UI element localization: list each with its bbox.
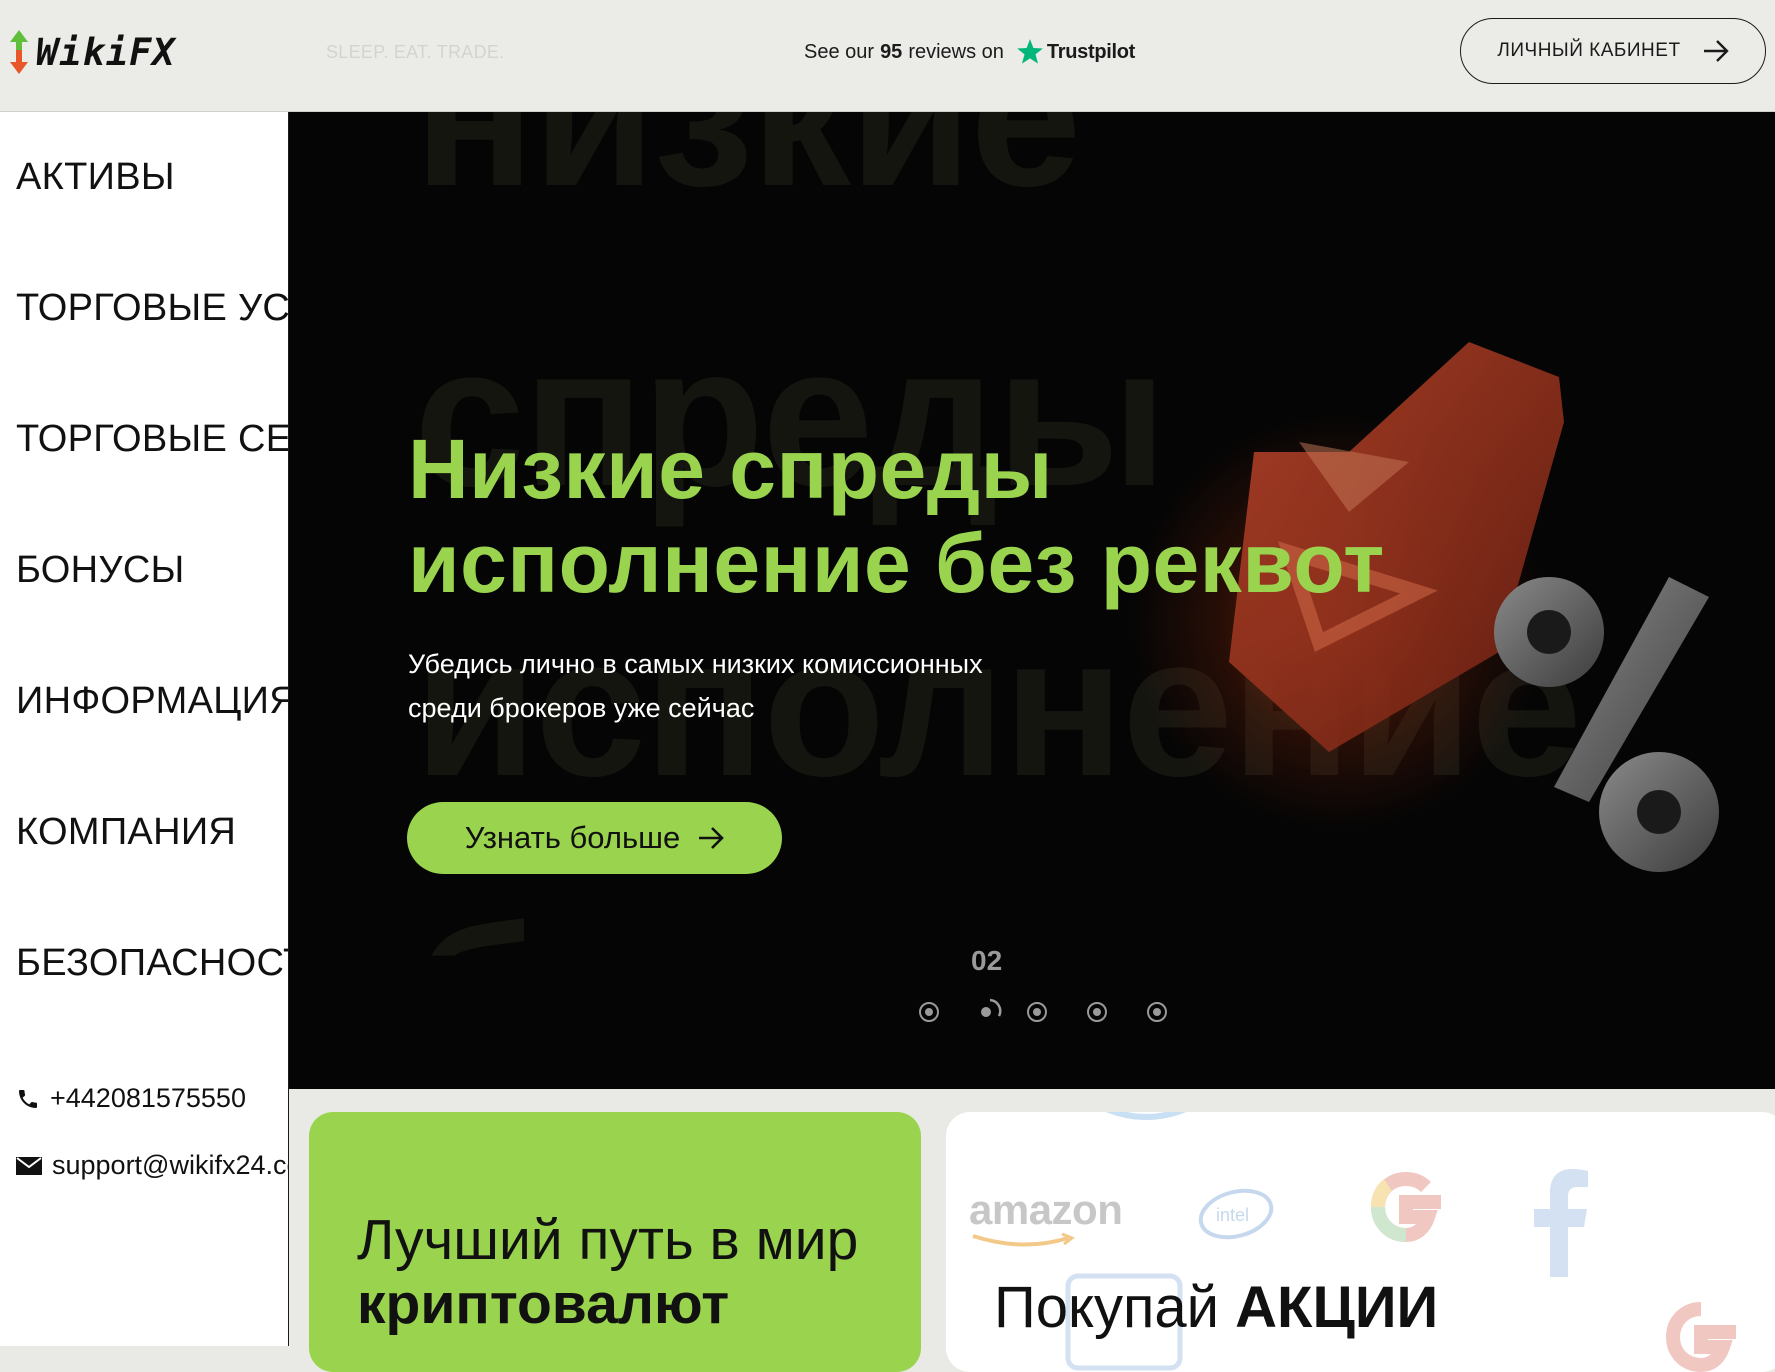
hero-bg-word: низкие xyxy=(414,112,1081,228)
google-logo-icon xyxy=(1665,1302,1736,1372)
slide-dot-4[interactable] xyxy=(1087,1002,1107,1022)
logo[interactable]: WikiFX xyxy=(8,28,176,76)
cabinet-button-label: ЛИЧНЫЙ КАБИНЕТ xyxy=(1497,40,1681,61)
stocks-card[interactable]: amazon intel Покупай АКЦИИ xyxy=(946,1112,1775,1372)
email-contact[interactable]: support@wikifx24.com xyxy=(16,1150,288,1181)
sidebar-item-company[interactable]: КОМПАНИЯ xyxy=(16,811,236,854)
trustpilot-reviews[interactable]: See our 95 reviews on Trustpilot xyxy=(804,38,1135,66)
email-address: support@wikifx24.com xyxy=(52,1150,288,1180)
slide-dot-2-active[interactable] xyxy=(975,996,1005,1026)
stocks-card-prefix: Покупай xyxy=(994,1275,1220,1340)
trustpilot-logo: Trustpilot xyxy=(1016,38,1135,66)
stocks-card-title: Покупай АКЦИИ xyxy=(994,1274,1438,1341)
reviews-prefix: See our xyxy=(804,40,875,63)
sidebar-item-trading-services[interactable]: ТОРГОВЫЕ СЕР xyxy=(16,418,288,461)
slide-dot-5[interactable] xyxy=(1147,1002,1167,1022)
reviews-suffix: reviews on xyxy=(908,40,1004,63)
intel-logo-icon: intel xyxy=(1198,1188,1274,1240)
crypto-card-line2: криптовалют xyxy=(357,1272,730,1336)
hero-title-line2: исполнение без реквот xyxy=(408,516,1385,610)
svg-text:intel: intel xyxy=(1216,1205,1249,1225)
trustpilot-label: Trustpilot xyxy=(1046,40,1136,63)
crypto-card-title: Лучший путь в мир криптовалют xyxy=(357,1208,858,1336)
top-header: WikiFX SLEEP. EAT. TRADE. See our 95 rev… xyxy=(0,0,1775,112)
crypto-card[interactable]: Лучший путь в мир криптовалют xyxy=(309,1112,921,1372)
stocks-card-bold: АКЦИИ xyxy=(1235,1275,1439,1340)
phone-contact[interactable]: +442081575550 xyxy=(16,1083,246,1114)
sidebar-menu: АКТИВЫ ТОРГОВЫЕ УСЛ ТОРГОВЫЕ СЕР БОНУСЫ … xyxy=(0,112,289,1346)
sidebar-item-bonuses[interactable]: БОНУСЫ xyxy=(16,549,185,592)
slide-dot-1[interactable] xyxy=(919,1002,939,1022)
hero-subtitle-line2: среди брокеров уже сейчас xyxy=(408,693,755,723)
hero-slider: низкие спреды исполнение без реквот Низк… xyxy=(289,112,1775,1089)
amazon-logo: amazon xyxy=(969,1186,1123,1233)
slider-pagination xyxy=(919,998,1219,1032)
sidebar-item-information[interactable]: ИНФОРМАЦИЯ xyxy=(16,680,288,723)
crypto-card-line1: Лучший путь в мир xyxy=(357,1208,859,1272)
logo-arrows-icon xyxy=(10,30,28,74)
sidebar-item-assets[interactable]: АКТИВЫ xyxy=(16,156,175,199)
brand-arc-icon xyxy=(1105,1112,1187,1120)
facebook-logo-icon xyxy=(1534,1169,1588,1277)
amazon-smile-icon xyxy=(972,1232,1076,1247)
tagline: SLEEP. EAT. TRADE. xyxy=(326,42,505,62)
hero-title: Низкие спреды исполнение без реквот xyxy=(408,422,1385,610)
learn-more-button[interactable]: Узнать больше xyxy=(407,802,782,874)
sidebar-item-security[interactable]: БЕЗОПАСНОСТ xyxy=(16,942,288,985)
google-logo-icon xyxy=(1370,1171,1441,1243)
personal-cabinet-button[interactable]: ЛИЧНЫЙ КАБИНЕТ xyxy=(1460,18,1766,84)
logo-text: WikiFX xyxy=(36,30,176,74)
hero-subtitle: Убедись лично в самых низких комиссионны… xyxy=(408,642,1088,730)
phone-icon xyxy=(16,1087,40,1111)
arrow-right-icon xyxy=(698,827,725,849)
sidebar-item-trading-conditions[interactable]: ТОРГОВЫЕ УСЛ xyxy=(16,287,288,330)
phone-number: +442081575550 xyxy=(50,1083,246,1113)
learn-more-label: Узнать больше xyxy=(464,820,681,855)
trustpilot-star-icon xyxy=(1017,39,1043,64)
reviews-count: 95 xyxy=(880,40,903,63)
hero-subtitle-line1: Убедись лично в самых низких комиссионны… xyxy=(408,649,983,679)
envelope-icon xyxy=(16,1156,42,1176)
hero-title-line1: Низкие спреды xyxy=(408,422,1053,516)
slide-dot-3[interactable] xyxy=(1027,1002,1047,1022)
arrow-right-icon xyxy=(1703,40,1729,62)
slide-number: 02 xyxy=(971,945,1003,976)
